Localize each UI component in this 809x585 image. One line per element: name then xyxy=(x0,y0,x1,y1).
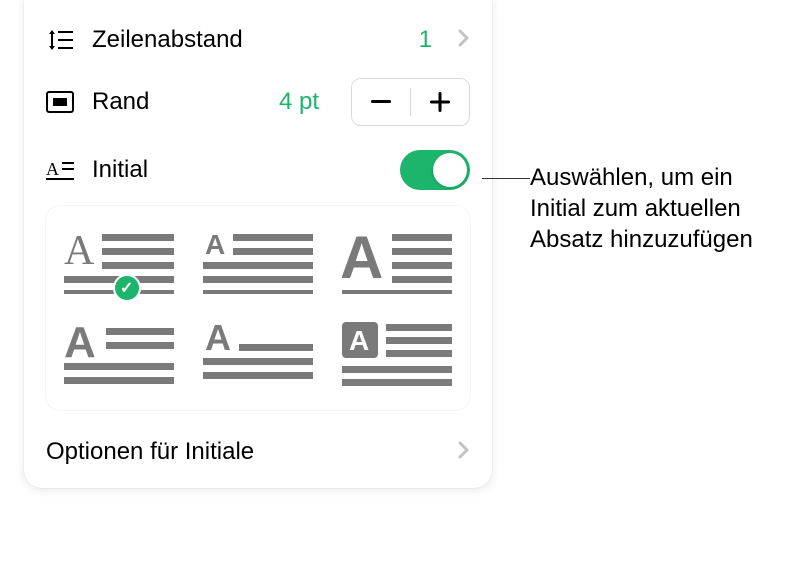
format-panel: Zeilenabstand 1 Rand 4 pt xyxy=(24,0,492,488)
initial-icon: A xyxy=(46,157,74,183)
initial-row: A Initial xyxy=(24,138,492,202)
border-row: Rand 4 pt xyxy=(24,66,492,138)
border-increase-button[interactable] xyxy=(411,79,469,125)
svg-text:A: A xyxy=(205,229,225,260)
dropcap-style-1[interactable]: A ✓ xyxy=(60,224,179,298)
svg-text:A: A xyxy=(46,159,59,179)
border-label: Rand xyxy=(92,88,261,116)
line-spacing-label: Zeilenabstand xyxy=(92,26,401,54)
svg-text:A: A xyxy=(64,322,96,367)
border-stepper xyxy=(351,78,470,126)
line-spacing-value: 1 xyxy=(419,26,432,54)
border-icon xyxy=(46,89,74,115)
dropcap-style-2[interactable]: A xyxy=(199,224,318,298)
check-icon: ✓ xyxy=(113,274,141,302)
initial-options-row[interactable]: Optionen für Initiale xyxy=(24,420,492,488)
dropcap-style-4[interactable]: A xyxy=(60,318,179,392)
svg-text:A: A xyxy=(349,325,369,356)
svg-text:A: A xyxy=(64,228,95,274)
svg-text:A: A xyxy=(205,322,231,358)
svg-text:A: A xyxy=(342,228,383,291)
chevron-right-icon xyxy=(458,441,470,464)
border-value: 4 pt xyxy=(279,88,319,116)
initial-label: Initial xyxy=(92,156,382,184)
callout-text: Auswählen, um ein Initial zum aktuellen … xyxy=(530,162,790,256)
dropcap-style-3[interactable]: A xyxy=(337,224,456,298)
dropcap-style-6[interactable]: A xyxy=(337,318,456,392)
dropcap-styles-grid: A ✓ A A xyxy=(46,206,470,410)
border-decrease-button[interactable] xyxy=(352,79,410,125)
line-spacing-icon xyxy=(46,27,74,53)
initial-toggle[interactable] xyxy=(400,150,470,190)
dropcap-style-5[interactable]: A xyxy=(199,318,318,392)
toggle-knob xyxy=(433,153,467,187)
callout-leader-line xyxy=(482,178,530,179)
chevron-right-icon xyxy=(458,29,470,52)
line-spacing-row[interactable]: Zeilenabstand 1 xyxy=(24,14,492,66)
initial-options-label: Optionen für Initiale xyxy=(46,438,450,466)
